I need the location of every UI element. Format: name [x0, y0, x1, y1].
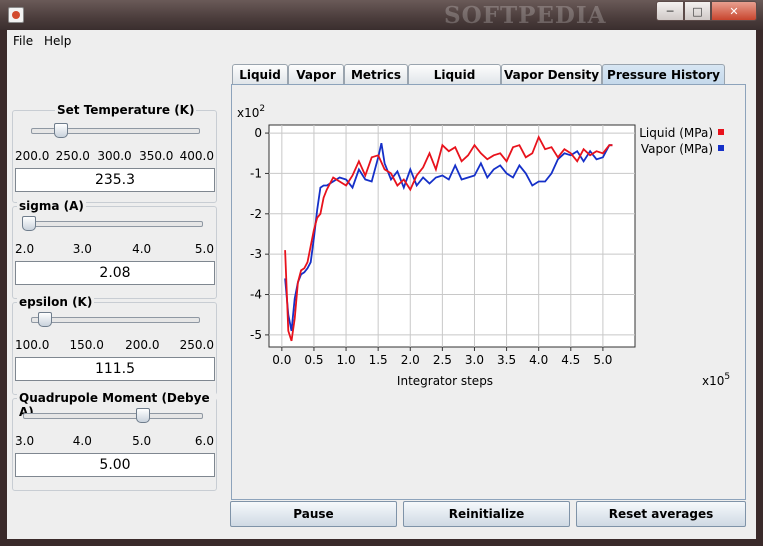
pressure-history-panel: 0.0 0.5 1.0 1.5 2.0 2.5 3.0 3.5 4.0 4.5 5.0 0 -1 -2 -3…	[231, 84, 746, 500]
slider-tick-label: 350.0	[139, 149, 174, 163]
y-tick-label: 0	[254, 126, 262, 140]
client-area: File Help Set Temperature (K) 200.0 250.0 3…	[7, 30, 756, 539]
x-tick-label: 3.0	[465, 353, 484, 367]
value-field[interactable]: 235.3	[15, 168, 215, 192]
tab-vapor-density[interactable]: Vapor Density	[501, 64, 602, 85]
slider-tick-label: 300.0	[97, 149, 132, 163]
tab-metrics[interactable]: Metrics	[344, 64, 408, 85]
java-app-icon	[8, 7, 24, 23]
y-tick-label: -5	[250, 328, 262, 342]
x-tick-label: 4.0	[529, 353, 548, 367]
slider-track[interactable]	[23, 221, 203, 227]
slider-tick-label: 5.0	[194, 242, 214, 256]
menu-file[interactable]: File	[13, 34, 33, 48]
control-group-title: epsilon (K)	[17, 295, 95, 309]
x-tick-label: 4.5	[561, 353, 580, 367]
slider-tick-label: 100.0	[15, 338, 50, 352]
close-button[interactable]: ✕	[711, 1, 757, 21]
slider-tick-label: 2.0	[15, 242, 35, 256]
control-group: Quadrupole Moment (Debye A) 3.0 4.0 5.0 6.0 5…	[12, 391, 217, 491]
maximize-button[interactable]: □	[684, 1, 711, 21]
y-tick-label: -3	[250, 247, 262, 261]
x-tick-label: 3.5	[497, 353, 516, 367]
slider-track[interactable]	[31, 317, 200, 323]
control-group-title: Set Temperature (K)	[55, 103, 197, 117]
slider-tick-labels: 3.0 4.0 5.0 6.0	[13, 434, 216, 448]
title-bar: SOFTPEDIA ─ □ ✕	[0, 0, 763, 30]
legend-label: Liquid (MPa)	[639, 126, 713, 140]
slider-thumb[interactable]	[135, 408, 150, 423]
slider-tick-labels: 200.0 250.0 300.0 350.0 400.0	[13, 149, 216, 163]
reinitialize-button[interactable]: Reinitialize	[403, 501, 570, 527]
y-tick-label: -1	[250, 166, 262, 180]
slider-tick-label: 250.0	[55, 149, 90, 163]
slider-tick-labels: 2.0 3.0 4.0 5.0	[13, 242, 216, 256]
x-multiplier-exponent: 5	[724, 372, 730, 382]
tab-pressure-history[interactable]: Pressure History	[602, 64, 725, 86]
x-tick-label: 1.5	[369, 353, 388, 367]
slider-tick-label: 200.0	[125, 338, 160, 352]
slider-thumb[interactable]	[37, 312, 52, 327]
close-icon: ✕	[729, 4, 739, 18]
slider-tick-label: 200.0	[15, 149, 50, 163]
slider-tick-label: 4.0	[72, 434, 92, 448]
control-group-title: sigma (A)	[17, 199, 86, 213]
y-multiplier-exponent: 2	[259, 104, 265, 114]
slider-tick-label: 4.0	[132, 242, 152, 256]
slider-tick-label: 150.0	[69, 338, 104, 352]
slider-thumb[interactable]	[54, 123, 69, 138]
x-multiplier-label: x105	[702, 372, 730, 388]
value-field[interactable]: 2.08	[15, 261, 215, 285]
value-field[interactable]: 5.00	[15, 453, 215, 477]
x-tick-label: 2.0	[401, 353, 420, 367]
slider-track[interactable]	[23, 413, 203, 419]
control-group: epsilon (K) 100.0 150.0 200.0 250.0 111.5	[12, 295, 217, 395]
control-group: Set Temperature (K) 200.0 250.0 300.0 350.0 4…	[12, 103, 217, 203]
y-multiplier-label: x102	[237, 104, 265, 120]
reset-averages-button[interactable]: Reset averages	[576, 501, 746, 527]
y-tick-label: -2	[250, 207, 262, 221]
control-group: sigma (A) 2.0 3.0 4.0 5.0 2.08	[12, 199, 217, 299]
y-tick-label: -4	[250, 288, 262, 302]
slider-tick-label: 400.0	[179, 149, 214, 163]
maximize-icon: □	[692, 4, 703, 18]
x-tick-label: 0.0	[272, 353, 291, 367]
x-tick-label: 0.5	[304, 353, 323, 367]
slider-tick-label: 3.0	[72, 242, 92, 256]
softpedia-watermark: SOFTPEDIA	[444, 2, 607, 29]
tab-liquid[interactable]: Liquid	[232, 64, 288, 85]
x-tick-label: 2.5	[433, 353, 452, 367]
legend-swatch-vapor	[718, 145, 724, 151]
slider-tick-label: 5.0	[132, 434, 152, 448]
pressure-history-chart: 0.0 0.5 1.0 1.5 2.0 2.5 3.0 3.5 4.0 4.5 5.0 0 -1 -2 -3…	[237, 104, 730, 388]
menu-help[interactable]: Help	[44, 34, 71, 48]
legend-label: Vapor (MPa)	[641, 142, 713, 156]
x-tick-label: 1.0	[337, 353, 356, 367]
slider-tick-label: 3.0	[15, 434, 35, 448]
legend-swatch-liquid	[718, 129, 724, 135]
slider-tick-label: 6.0	[194, 434, 214, 448]
slider-tick-labels: 100.0 150.0 200.0 250.0	[13, 338, 216, 352]
x-tick-label: 5.0	[593, 353, 612, 367]
minimize-button[interactable]: ─	[656, 1, 684, 21]
x-axis-title: Integrator steps	[397, 374, 493, 388]
plot-area	[268, 124, 636, 348]
slider-tick-label: 250.0	[179, 338, 214, 352]
tab-liquid-density[interactable]: Liquid Density	[408, 64, 501, 102]
tab-vapor[interactable]: Vapor	[288, 64, 344, 85]
menu-bar: File Help	[7, 30, 756, 51]
tab-strip: LiquidVaporMetricsLiquid DensityVapor De…	[231, 64, 744, 102]
minimize-icon: ─	[666, 4, 674, 18]
value-field[interactable]: 111.5	[15, 357, 215, 381]
window-controls: ─ □ ✕	[656, 1, 757, 21]
slider-thumb[interactable]	[21, 216, 36, 231]
pause-button[interactable]: Pause	[230, 501, 397, 527]
